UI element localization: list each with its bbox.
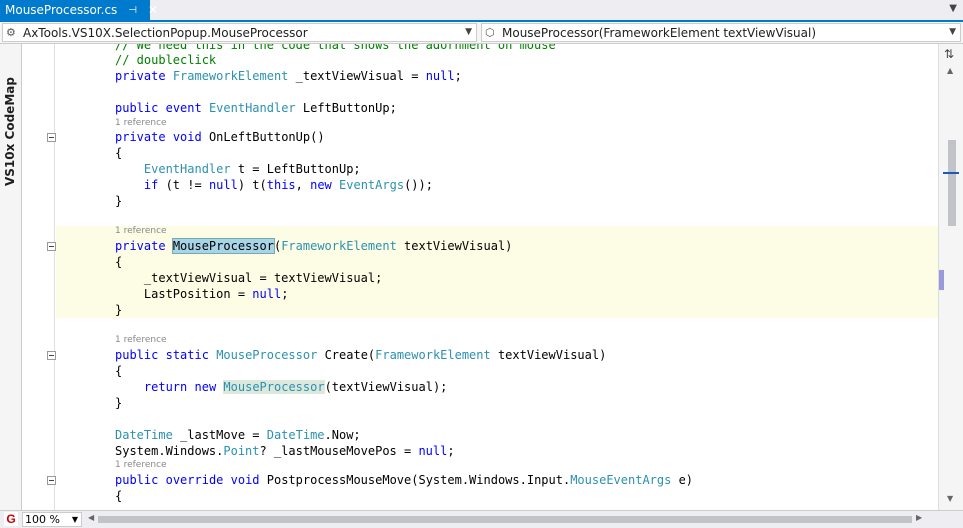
navigation-bar: ⚙ AxTools.VS10X.SelectionPopup.MouseProc… [0,22,963,44]
code-line: EventHandler t = LeftButtonUp; [143,162,361,176]
document-tabstrip: MouseProcessor.cs ⊣ ✕ ▼ [0,0,963,22]
method-icon: ⬡ [485,26,495,39]
editor-bottom-bar: G 100 % ▼ ◀ ▶ [0,510,963,528]
horizontal-scrollbar[interactable]: ◀ ▶ [86,512,926,527]
reference-count[interactable]: 1 reference [115,118,167,129]
type-combo[interactable]: ⚙ AxTools.VS10X.SelectionPopup.MouseProc… [2,23,477,42]
collapse-icon[interactable] [47,351,56,360]
tab-mouseprocessor-cs[interactable]: MouseProcessor.cs ⊣ ✕ [0,0,158,20]
scroll-up-icon[interactable]: ▲ [947,66,953,75]
close-icon[interactable]: ✕ [148,3,158,17]
scroll-down-icon[interactable]: ▼ [947,494,953,503]
code-line: public event EventHandler LeftButtonUp; [115,101,397,115]
pin-icon[interactable]: ⊣ [128,5,137,16]
caret-position-marker [943,172,959,174]
code-line: public static MouseProcessor Create(Fram… [115,348,607,362]
code-line: private void OnLeftButtonUp() [115,130,325,144]
gutter-divider [54,44,55,510]
codemap-label: VS10x CodeMap [3,77,17,186]
g-icon[interactable]: G [4,512,18,526]
scroll-right-icon[interactable]: ▶ [916,513,922,522]
zoom-combo[interactable]: 100 % ▼ [22,512,82,527]
code-line: } [115,194,123,208]
code-editor[interactable]: // We need this in the code that shows t… [22,44,938,510]
code-line: private FrameworkElement _textViewVisual… [115,69,462,83]
code-line: } [115,303,123,317]
code-line: _textViewVisual = textViewVisual; [115,271,383,285]
code-line: { [115,489,123,503]
code-line: LastPosition = null; [115,287,289,301]
class-icon: ⚙ [6,26,16,39]
chevron-down-icon: ▼ [71,515,78,524]
member-combo[interactable]: ⬡ MouseProcessor(FrameworkElement textVi… [481,23,961,42]
scrollbar-thumb[interactable] [948,140,956,226]
vertical-scrollbar[interactable]: ⇅ ▲ ▼ [938,44,963,510]
selection-marker [939,270,944,290]
collapse-icon[interactable] [47,476,56,485]
code-line: { [115,255,123,269]
zoom-value: 100 % [25,513,60,526]
tab-title: MouseProcessor.cs [5,3,118,17]
type-combo-value: AxTools.VS10X.SelectionPopup.MouseProces… [23,25,308,40]
codemap-sidebar[interactable]: VS10x CodeMap [0,44,22,510]
code-line: System.Windows.Point? _lastMouseMovePos … [115,444,455,458]
code-line: if (t != null) t(this, new EventArgs()); [143,178,433,192]
code-line: DateTime _lastMove = DateTime.Now; [115,428,361,442]
member-combo-value: MouseProcessor(FrameworkElement textView… [502,25,817,40]
collapse-icon[interactable] [47,242,56,251]
chevron-down-icon: ▼ [465,27,472,37]
collapse-icon[interactable] [47,133,56,142]
tab-dropdown-icon[interactable]: ▼ [949,3,957,14]
code-line: { [115,364,123,378]
reference-count[interactable]: 1 reference [115,226,167,237]
reference-count[interactable]: 1 reference [115,335,167,346]
code-line: return new MouseProcessor(textViewVisual… [143,380,448,394]
code-line: private MouseProcessor(FrameworkElement … [115,238,513,254]
reference-count[interactable]: 1 reference [115,460,167,471]
code-line: { [115,146,123,160]
code-line: // doubleclick [115,53,217,67]
chevron-down-icon: ▼ [949,27,956,37]
split-icon[interactable]: ⇅ [944,47,954,61]
scroll-left-icon[interactable]: ◀ [88,513,94,522]
code-line: } [115,396,123,410]
horizontal-scrollbar-thumb[interactable] [98,516,912,523]
code-line: public override void PostprocessMouseMov… [115,473,694,487]
